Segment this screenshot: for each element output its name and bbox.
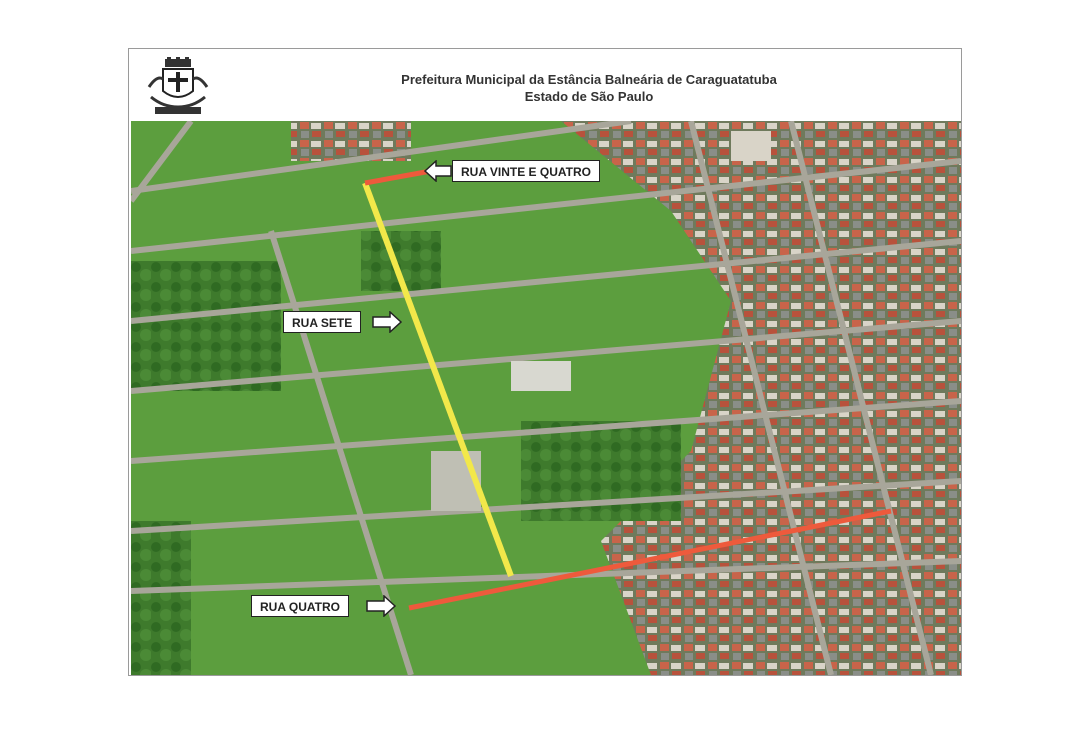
municipal-coat-of-arms-icon [147,57,209,114]
header: Prefeitura Municipal da Estância Balneár… [129,49,961,121]
arrow-left-icon [424,160,452,182]
aerial-map [131,121,961,675]
label-rua-vinte-e-quatro: RUA VINTE E QUATRO [452,160,601,182]
arrow-right-icon [372,311,402,333]
map-sheet: Prefeitura Municipal da Estância Balneár… [128,48,962,676]
title-line-2: Estado de São Paulo [524,89,654,104]
page-title: Prefeitura Municipal da Estância Balneár… [249,71,929,105]
title-line-1: Prefeitura Municipal da Estância Balneár… [401,72,777,87]
label-rua-sete: RUA SETE [283,311,362,333]
arrow-right-icon [366,595,396,617]
label-rua-quatro: RUA QUATRO [251,595,349,617]
aerial-photo [131,121,961,675]
